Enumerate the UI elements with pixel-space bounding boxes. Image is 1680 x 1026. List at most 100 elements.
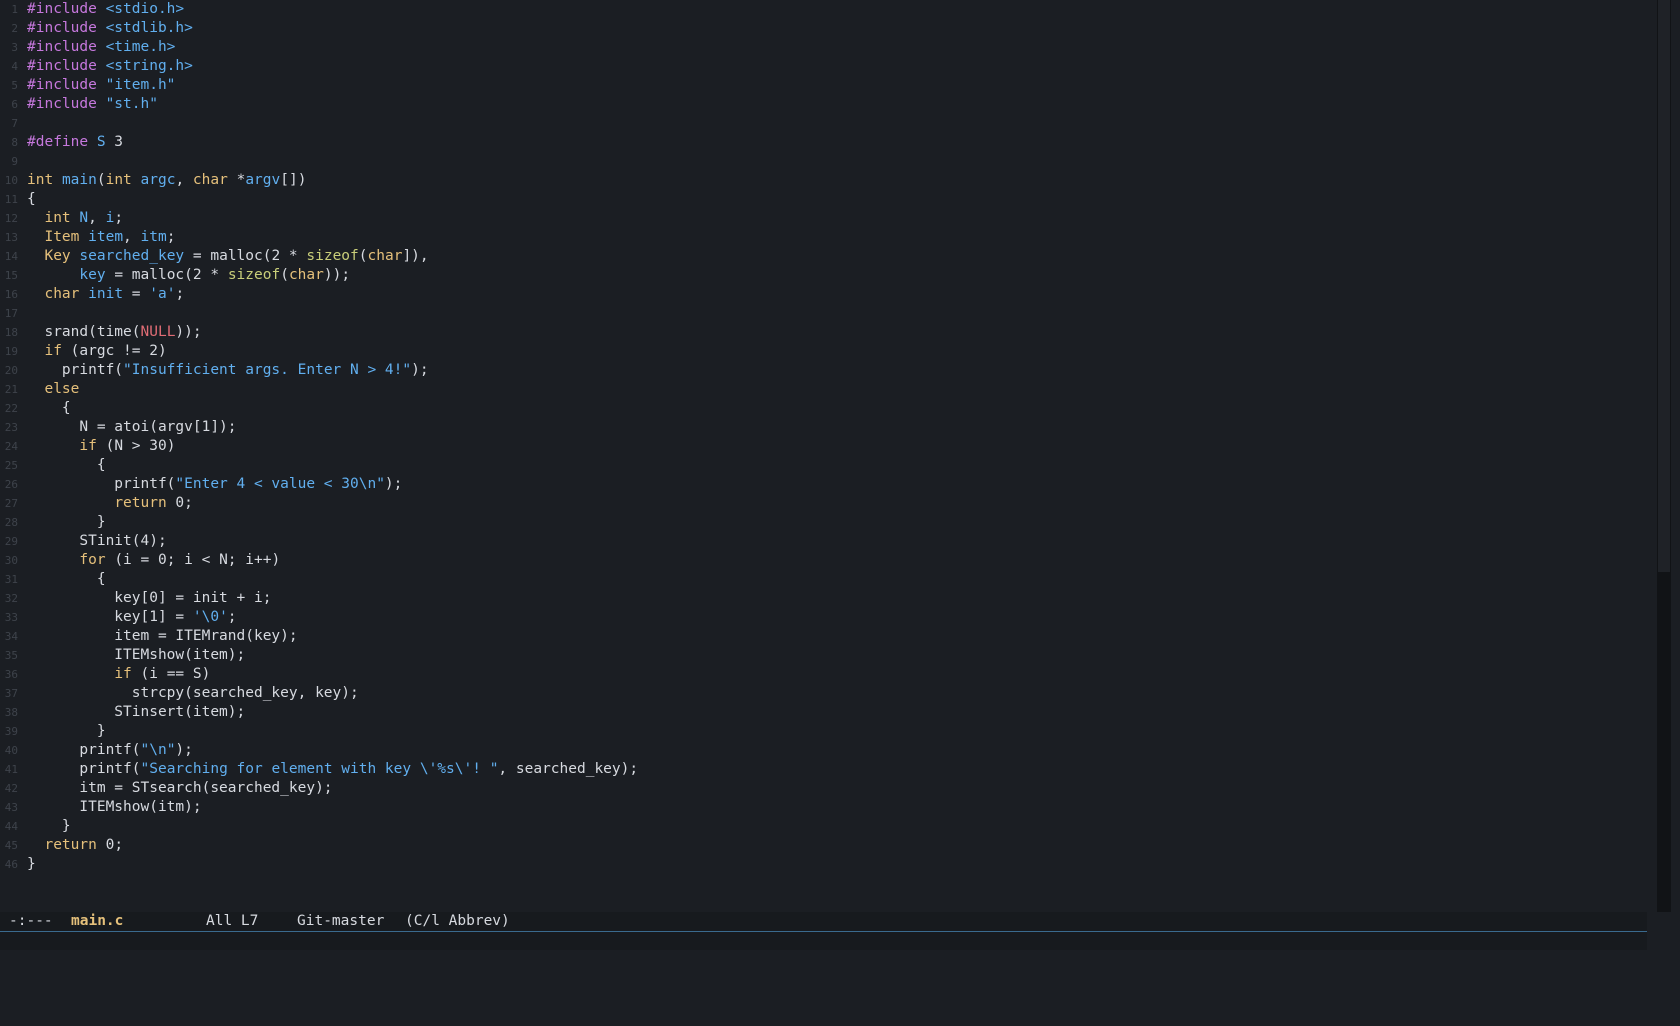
code-line[interactable]: 39 }	[0, 722, 1647, 741]
line-number: 15	[4, 269, 18, 282]
line-number: 33	[4, 611, 18, 624]
code-line[interactable]: 32 key[0] = init + i;	[0, 589, 1647, 608]
code-text: return 0;	[27, 494, 193, 513]
code-token: printf(	[27, 761, 141, 777]
code-line[interactable]: 38 STinsert(item);	[0, 703, 1647, 722]
scrollbar-track[interactable]	[1657, 0, 1671, 912]
code-line[interactable]: 13 Item item, itm;	[0, 228, 1647, 247]
code-line[interactable]: 34 item = ITEMrand(key);	[0, 627, 1647, 646]
code-text: item = ITEMrand(key);	[27, 627, 297, 646]
line-number: 10	[4, 174, 18, 187]
code-token: return	[114, 495, 167, 511]
code-token: NULL	[140, 324, 176, 340]
code-token: ;	[166, 229, 176, 245]
code-line[interactable]: 33 key[1] = '\0';	[0, 608, 1647, 627]
minibuffer[interactable]	[0, 932, 1647, 950]
code-token: if	[79, 438, 97, 454]
code-line[interactable]: 24 if (N > 30)	[0, 437, 1647, 456]
vcs-branch[interactable]: Git-master	[297, 912, 384, 931]
code-line[interactable]: 27 return 0;	[0, 494, 1647, 513]
code-line[interactable]: 46}	[0, 855, 1647, 874]
code-token: (N > 30)	[96, 438, 176, 454]
code-token: char	[288, 267, 324, 283]
code-line[interactable]: 36 if (i == S)	[0, 665, 1647, 684]
code-line[interactable]: 41 printf("Searching for element with ke…	[0, 760, 1647, 779]
code-line[interactable]: 19 if (argc != 2)	[0, 342, 1647, 361]
code-line[interactable]: 22 {	[0, 399, 1647, 418]
code-token: ;	[114, 210, 124, 226]
code-line[interactable]: 31 {	[0, 570, 1647, 589]
code-line[interactable]: 30 for (i = 0; i < N; i++)	[0, 551, 1647, 570]
line-number: 24	[4, 440, 18, 453]
code-token: S	[96, 134, 106, 150]
code-text: #include <stdio.h>	[27, 0, 184, 19]
code-token: "Insufficient args. Enter N > 4!"	[123, 362, 412, 378]
line-number: 41	[4, 763, 18, 776]
code-line[interactable]: 45 return 0;	[0, 836, 1647, 855]
code-token: , searched_key);	[498, 761, 639, 777]
code-line[interactable]: 3 #include <time.h>	[0, 38, 1647, 57]
code-token: return	[44, 837, 97, 853]
code-line[interactable]: 44 }	[0, 817, 1647, 836]
code-text: N = atoi(argv[1]);	[27, 418, 236, 437]
code-token: else	[44, 381, 80, 397]
code-text: for (i = 0; i < N; i++)	[27, 551, 280, 570]
code-token: #include	[27, 20, 106, 36]
code-text: Item item, itm;	[27, 228, 175, 247]
code-line[interactable]: 15 key = malloc(2 * sizeof(char));	[0, 266, 1647, 285]
code-line[interactable]: 11 {	[0, 190, 1647, 209]
code-line[interactable]: 8 #define S 3	[0, 133, 1647, 152]
code-line[interactable]: 21 else	[0, 380, 1647, 399]
code-line[interactable]: 40 printf("\n");	[0, 741, 1647, 760]
code-text: #define S 3	[27, 133, 123, 152]
vertical-scrollbar[interactable]	[1647, 0, 1680, 912]
code-line[interactable]: 29 STinit(4);	[0, 532, 1647, 551]
code-line[interactable]: 20 printf("Insufficient args. Enter N > …	[0, 361, 1647, 380]
line-number: 3	[11, 41, 18, 54]
code-line[interactable]: 7	[0, 114, 1647, 133]
code-line[interactable]: 1 #include <stdio.h>	[0, 0, 1647, 19]
code-text: STinsert(item);	[27, 703, 245, 722]
code-text: int main(int argc, char *argv[])	[27, 171, 306, 190]
code-line[interactable]: 42 itm = STsearch(searched_key);	[0, 779, 1647, 798]
code-line[interactable]: 35 ITEMshow(item);	[0, 646, 1647, 665]
code-token: Item	[44, 229, 80, 245]
buffer-status: -:---	[9, 913, 53, 929]
code-editor[interactable]: 1 #include <stdio.h> 2 #include <stdlib.h> 3…	[0, 0, 1647, 912]
code-line[interactable]: 14 Key searched_key = malloc(2 * sizeof(…	[0, 247, 1647, 266]
code-line[interactable]: 18 srand(time(NULL));	[0, 323, 1647, 342]
code-line[interactable]: 5 #include "item.h"	[0, 76, 1647, 95]
code-line[interactable]: 17	[0, 304, 1647, 323]
code-line[interactable]: 9	[0, 152, 1647, 171]
line-number: 44	[4, 820, 18, 833]
code-line[interactable]: 10 int main(int argc, char *argv[])	[0, 171, 1647, 190]
code-token: 'a'	[149, 286, 176, 302]
code-line[interactable]: 12 int N, i;	[0, 209, 1647, 228]
code-text: if (N > 30)	[27, 437, 175, 456]
code-token: #include	[27, 39, 106, 55]
code-line[interactable]: 6 #include "st.h"	[0, 95, 1647, 114]
code-line[interactable]: 25 {	[0, 456, 1647, 475]
code-token: if	[44, 343, 62, 359]
code-line[interactable]: 28 }	[0, 513, 1647, 532]
code-line[interactable]: 16 char init = 'a';	[0, 285, 1647, 304]
code-text: }	[27, 817, 71, 836]
code-token: argv	[245, 172, 281, 188]
buffer-filename[interactable]: main.c	[71, 912, 123, 931]
scrollbar-thumb[interactable]	[1658, 0, 1670, 572]
major-minor-modes[interactable]: (C/l Abbrev)	[405, 912, 510, 931]
code-line[interactable]: 43 ITEMshow(itm);	[0, 798, 1647, 817]
code-line[interactable]: 26 printf("Enter 4 < value < 30\n");	[0, 475, 1647, 494]
code-line[interactable]: 2 #include <stdlib.h>	[0, 19, 1647, 38]
code-text: Key searched_key = malloc(2 * sizeof(cha…	[27, 247, 428, 266]
line-number: 38	[4, 706, 18, 719]
code-line[interactable]: 23 N = atoi(argv[1]);	[0, 418, 1647, 437]
code-line[interactable]: 37 strcpy(searched_key, key);	[0, 684, 1647, 703]
code-token: ITEMshow(itm);	[27, 799, 202, 815]
code-line[interactable]: 4 #include <string.h>	[0, 57, 1647, 76]
